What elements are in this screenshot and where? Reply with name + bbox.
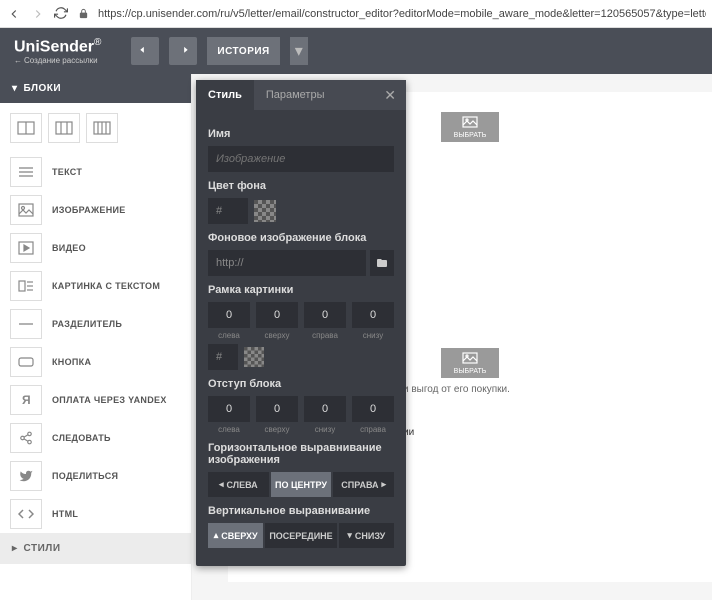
url-bar[interactable]: https://cp.unisender.com/ru/v5/letter/em…	[98, 8, 706, 20]
label-bgcolor: Цвет фона	[208, 180, 394, 192]
image-icon	[10, 195, 42, 225]
back-button[interactable]	[6, 6, 22, 22]
divider-icon	[10, 309, 42, 339]
sidebar-item-share[interactable]: ПОДЕЛИТЬСЯ	[0, 457, 191, 495]
history-button[interactable]: ИСТОРИЯ	[207, 37, 279, 65]
close-panel-button[interactable]: ✕	[374, 87, 406, 104]
image-placeholder-icon	[461, 116, 479, 130]
caret-up-icon: ▴	[214, 530, 219, 541]
frame-color-input[interactable]	[208, 344, 238, 370]
tab-params[interactable]: Параметры	[254, 80, 337, 110]
column-1-button[interactable]	[10, 113, 42, 143]
text-icon	[10, 157, 42, 187]
tab-style[interactable]: Стиль	[196, 80, 254, 110]
image-placeholder-icon	[461, 352, 479, 366]
pad-bottom-input[interactable]	[304, 396, 346, 422]
caret-right-icon: ▸	[382, 479, 387, 490]
label-name: Имя	[208, 128, 394, 140]
label-halign: Горизонтальное выравнивание изображения	[208, 442, 394, 466]
sidebar-item-yandex[interactable]: ЯОПЛАТА ЧЕРЕЗ YANDEX	[0, 381, 191, 419]
style-panel: Стиль Параметры ✕ Имя Цвет фона Фоновое …	[196, 80, 406, 566]
sidebar-item-video[interactable]: ВИДЕО	[0, 229, 191, 267]
app-topbar: UniSender® ←Создание рассылки ИСТОРИЯ ▾	[0, 28, 712, 74]
column-2-button[interactable]	[48, 113, 80, 143]
button-icon	[10, 347, 42, 377]
sidebar-item-follow[interactable]: СЛЕДОВАТЬ	[0, 419, 191, 457]
undo-button[interactable]	[131, 37, 159, 65]
folder-button[interactable]	[370, 250, 394, 276]
svg-text:Я: Я	[22, 393, 31, 407]
halign-right-button[interactable]: СПРАВА▸	[333, 472, 394, 497]
video-icon	[10, 233, 42, 263]
frame-color-swatch[interactable]	[244, 347, 264, 367]
label-frame: Рамка картинки	[208, 284, 394, 296]
sidebar-head-blocks[interactable]: ▾БЛОКИ	[0, 74, 191, 103]
logo-subtitle: Создание рассылки	[24, 56, 98, 65]
label-bgimage: Фоновое изображение блока	[208, 232, 394, 244]
caret-left-icon: ◂	[219, 479, 224, 490]
valign-bottom-button[interactable]: ▾СНИЗУ	[339, 523, 394, 548]
select-image-button-2[interactable]: ВЫБРАТЬ	[441, 348, 499, 378]
bgimage-input[interactable]	[208, 250, 366, 276]
frame-left-input[interactable]	[208, 302, 250, 328]
sidebar-item-text[interactable]: ТЕКСТ	[0, 153, 191, 191]
label-valign: Вертикальное выравнивание	[208, 505, 394, 517]
caret-down-icon: ▾	[347, 530, 352, 541]
select-image-button[interactable]: ВЫБРАТЬ	[441, 112, 499, 142]
logo: UniSender® ←Создание рассылки	[14, 37, 101, 65]
reload-button[interactable]	[54, 6, 70, 22]
follow-icon	[10, 423, 42, 453]
halign-left-button[interactable]: ◂СЛЕВА	[208, 472, 269, 497]
sidebar-item-image[interactable]: ИЗОБРАЖЕНИЕ	[0, 191, 191, 229]
column-3-button[interactable]	[86, 113, 118, 143]
frame-top-input[interactable]	[256, 302, 298, 328]
pad-left-input[interactable]	[208, 396, 250, 422]
yandex-icon: Я	[10, 385, 42, 415]
lock-icon	[78, 8, 90, 20]
name-input[interactable]	[208, 146, 394, 172]
label-padding: Отступ блока	[208, 378, 394, 390]
frame-bottom-input[interactable]	[352, 302, 394, 328]
sidebar-item-button[interactable]: КНОПКА	[0, 343, 191, 381]
back-arrow-icon: ←	[14, 56, 22, 65]
bgcolor-swatch[interactable]	[254, 200, 276, 222]
browser-bar: https://cp.unisender.com/ru/v5/letter/em…	[0, 0, 712, 28]
frame-right-input[interactable]	[304, 302, 346, 328]
pad-top-input[interactable]	[256, 396, 298, 422]
sidebar: ▾БЛОКИ ТЕКСТ ИЗОБРАЖЕНИЕ ВИДЕО КАРТИНКА …	[0, 74, 192, 600]
forward-button[interactable]	[30, 6, 46, 22]
sidebar-item-divider[interactable]: РАЗДЕЛИТЕЛЬ	[0, 305, 191, 343]
pad-right-input[interactable]	[352, 396, 394, 422]
twitter-icon	[10, 461, 42, 491]
valign-middle-button[interactable]: ПОСЕРЕДИНЕ	[265, 523, 336, 548]
image-text-icon	[10, 271, 42, 301]
logo-text: UniSender	[14, 38, 94, 55]
html-icon	[10, 499, 42, 529]
redo-button[interactable]	[169, 37, 197, 65]
bgcolor-input[interactable]	[208, 198, 248, 224]
sidebar-item-html[interactable]: HTML	[0, 495, 191, 533]
history-caret-icon[interactable]: ▾	[290, 37, 308, 65]
valign-top-button[interactable]: ▴СВЕРХУ	[208, 523, 263, 548]
sidebar-item-image-text[interactable]: КАРТИНКА С ТЕКСТОМ	[0, 267, 191, 305]
halign-center-button[interactable]: ПО ЦЕНТРУ	[271, 472, 332, 497]
caret-right-icon: ▸	[12, 543, 18, 554]
caret-down-icon: ▾	[12, 83, 18, 94]
sidebar-head-styles[interactable]: ▸СТИЛИ	[0, 533, 191, 564]
